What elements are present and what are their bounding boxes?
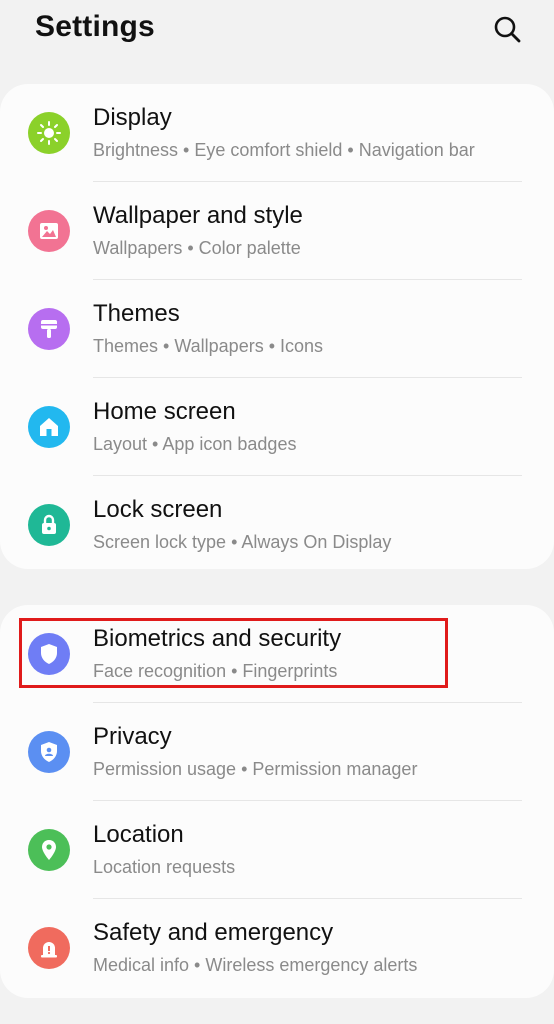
settings-item-subtitle: Layout • App icon badges bbox=[93, 434, 297, 454]
settings-item-location[interactable]: Location Location requests bbox=[0, 801, 554, 899]
settings-item-label: Biometrics and security bbox=[93, 625, 342, 652]
settings-item-label: Location bbox=[93, 821, 184, 848]
privacy-shield-icon bbox=[28, 731, 70, 773]
settings-item-subtitle: Themes • Wallpapers • Icons bbox=[93, 336, 324, 356]
settings-item-subtitle: Medical info • Wireless emergency alerts bbox=[93, 955, 418, 975]
settings-item-subtitle: Location requests bbox=[93, 857, 236, 877]
home-icon bbox=[28, 406, 70, 448]
paint-brush-icon bbox=[28, 308, 70, 350]
settings-item-privacy[interactable]: Privacy Permission usage • Permission ma… bbox=[0, 703, 554, 801]
settings-item-home-screen[interactable]: Home screen Layout • App icon badges bbox=[0, 378, 554, 476]
settings-item-label: Safety and emergency bbox=[93, 919, 334, 946]
settings-item-subtitle: Screen lock type • Always On Display bbox=[93, 532, 392, 552]
settings-item-lock-screen[interactable]: Lock screen Screen lock type • Always On… bbox=[0, 476, 554, 574]
image-icon bbox=[28, 210, 70, 252]
settings-item-label: Lock screen bbox=[93, 496, 223, 523]
sun-icon bbox=[28, 112, 70, 154]
settings-item-label: Themes bbox=[93, 300, 180, 327]
shield-icon bbox=[28, 633, 70, 675]
settings-item-subtitle: Brightness • Eye comfort shield • Naviga… bbox=[93, 140, 475, 160]
settings-item-label: Home screen bbox=[93, 398, 236, 425]
location-pin-icon bbox=[28, 829, 70, 871]
page-title: Settings bbox=[35, 10, 155, 43]
settings-item-biometrics-security[interactable]: Biometrics and security Face recognition… bbox=[0, 605, 554, 703]
search-icon bbox=[494, 16, 521, 43]
settings-item-themes[interactable]: Themes Themes • Wallpapers • Icons bbox=[0, 280, 554, 378]
lock-icon bbox=[28, 504, 70, 546]
settings-item-safety-emergency[interactable]: Safety and emergency Medical info • Wire… bbox=[0, 899, 554, 997]
settings-item-subtitle: Permission usage • Permission manager bbox=[93, 759, 418, 779]
settings-item-label: Display bbox=[93, 104, 172, 131]
app-bar: Settings bbox=[0, 0, 554, 70]
settings-item-subtitle: Wallpapers • Color palette bbox=[93, 238, 301, 258]
settings-item-display[interactable]: Display Brightness • Eye comfort shield … bbox=[0, 84, 554, 182]
settings-item-label: Wallpaper and style bbox=[93, 202, 303, 229]
settings-item-wallpaper[interactable]: Wallpaper and style Wallpapers • Color p… bbox=[0, 182, 554, 280]
alert-icon bbox=[28, 927, 70, 969]
settings-group-1: Display Brightness • Eye comfort shield … bbox=[0, 84, 554, 569]
search-button[interactable] bbox=[489, 12, 525, 48]
settings-item-subtitle: Face recognition • Fingerprints bbox=[93, 661, 338, 681]
settings-group-2: Biometrics and security Face recognition… bbox=[0, 605, 554, 998]
settings-item-label: Privacy bbox=[93, 723, 172, 750]
